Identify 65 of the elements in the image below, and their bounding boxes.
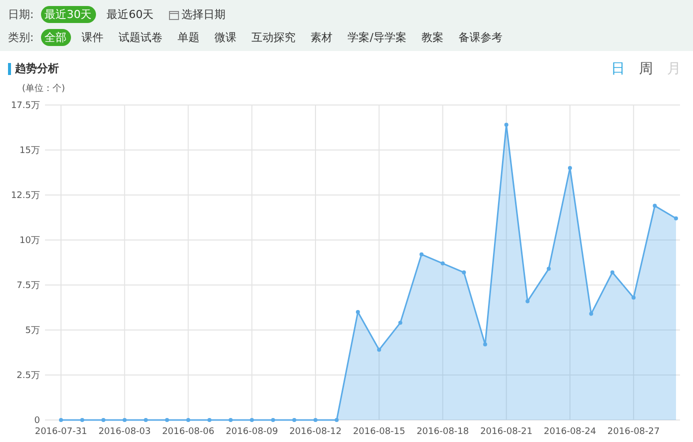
x-tick-label: 2016-07-31 [34, 427, 88, 437]
data-point [652, 204, 657, 208]
y-tick-label: 2.5万 [16, 371, 40, 381]
data-point [186, 418, 190, 422]
filter-label: 日期: [8, 7, 34, 22]
unit-label: (单位：个) [22, 84, 66, 94]
y-tick-label: 0 [34, 416, 40, 426]
data-point [420, 252, 424, 256]
y-tick-label: 15万 [20, 146, 40, 156]
filter-option[interactable]: 学案/导学案 [344, 29, 410, 46]
data-point [165, 418, 170, 422]
data-point [80, 418, 84, 422]
y-tick-label: 12.5万 [10, 191, 40, 201]
data-point [526, 299, 530, 304]
x-tick-label: 2016-08-27 [607, 427, 660, 437]
data-point [483, 342, 488, 346]
x-tick-label: 2016-08-06 [162, 427, 214, 437]
filter-option[interactable]: 微课 [210, 29, 241, 46]
data-point [292, 418, 296, 422]
section-title: 趋势分析 [8, 63, 59, 75]
data-point [207, 418, 212, 422]
data-point [398, 320, 402, 325]
x-tick-label: 2016-08-18 [416, 427, 469, 437]
data-point [122, 418, 127, 422]
data-point [546, 266, 551, 271]
data-point [504, 122, 508, 127]
y-tick-label: 17.5万 [10, 101, 40, 111]
x-tick-label: 2016-08-03 [98, 427, 151, 437]
data-point [568, 166, 572, 170]
data-point [589, 312, 594, 316]
filter-option[interactable]: 互动探究 [248, 29, 300, 46]
calendar-icon [168, 10, 179, 20]
x-tick-label: 2016-08-15 [352, 427, 406, 437]
data-point [674, 216, 678, 220]
data-point [59, 418, 63, 422]
filter-label: 类别: [8, 30, 34, 45]
filter-option[interactable]: 试题试卷 [114, 29, 167, 46]
data-point [462, 270, 466, 274]
y-tick-label: 5万 [25, 326, 40, 336]
filter-option[interactable]: 素材 [306, 29, 337, 46]
data-point [610, 270, 614, 274]
data-point [250, 418, 254, 422]
data-point [271, 418, 276, 422]
data-point [632, 296, 636, 300]
data-point [313, 418, 318, 422]
x-tick-label: 2016-08-21 [480, 427, 532, 437]
data-point [101, 418, 106, 422]
x-tick-label: 2016-08-09 [226, 427, 278, 437]
filter-option[interactable]: 最近60天 [102, 6, 158, 23]
x-tick-label: 2016-08-12 [289, 427, 342, 437]
data-point [377, 348, 382, 352]
filter-option[interactable]: 教案 [417, 29, 448, 46]
data-point [356, 310, 360, 314]
data-point [334, 418, 339, 422]
filter-option[interactable]: 单题 [174, 29, 204, 46]
data-point [144, 418, 148, 422]
filter-option[interactable]: 备课参考 [454, 29, 506, 46]
y-tick-label: 7.5万 [16, 281, 40, 291]
period-tab[interactable]: 周 [639, 60, 653, 78]
date-picker-button[interactable]: 选择日期 [164, 6, 230, 23]
data-point [440, 261, 445, 266]
data-point [228, 418, 233, 422]
filter-option[interactable]: 课件 [78, 29, 108, 46]
x-tick-label: 2016-08-24 [544, 427, 596, 437]
y-tick-label: 10万 [20, 236, 40, 246]
